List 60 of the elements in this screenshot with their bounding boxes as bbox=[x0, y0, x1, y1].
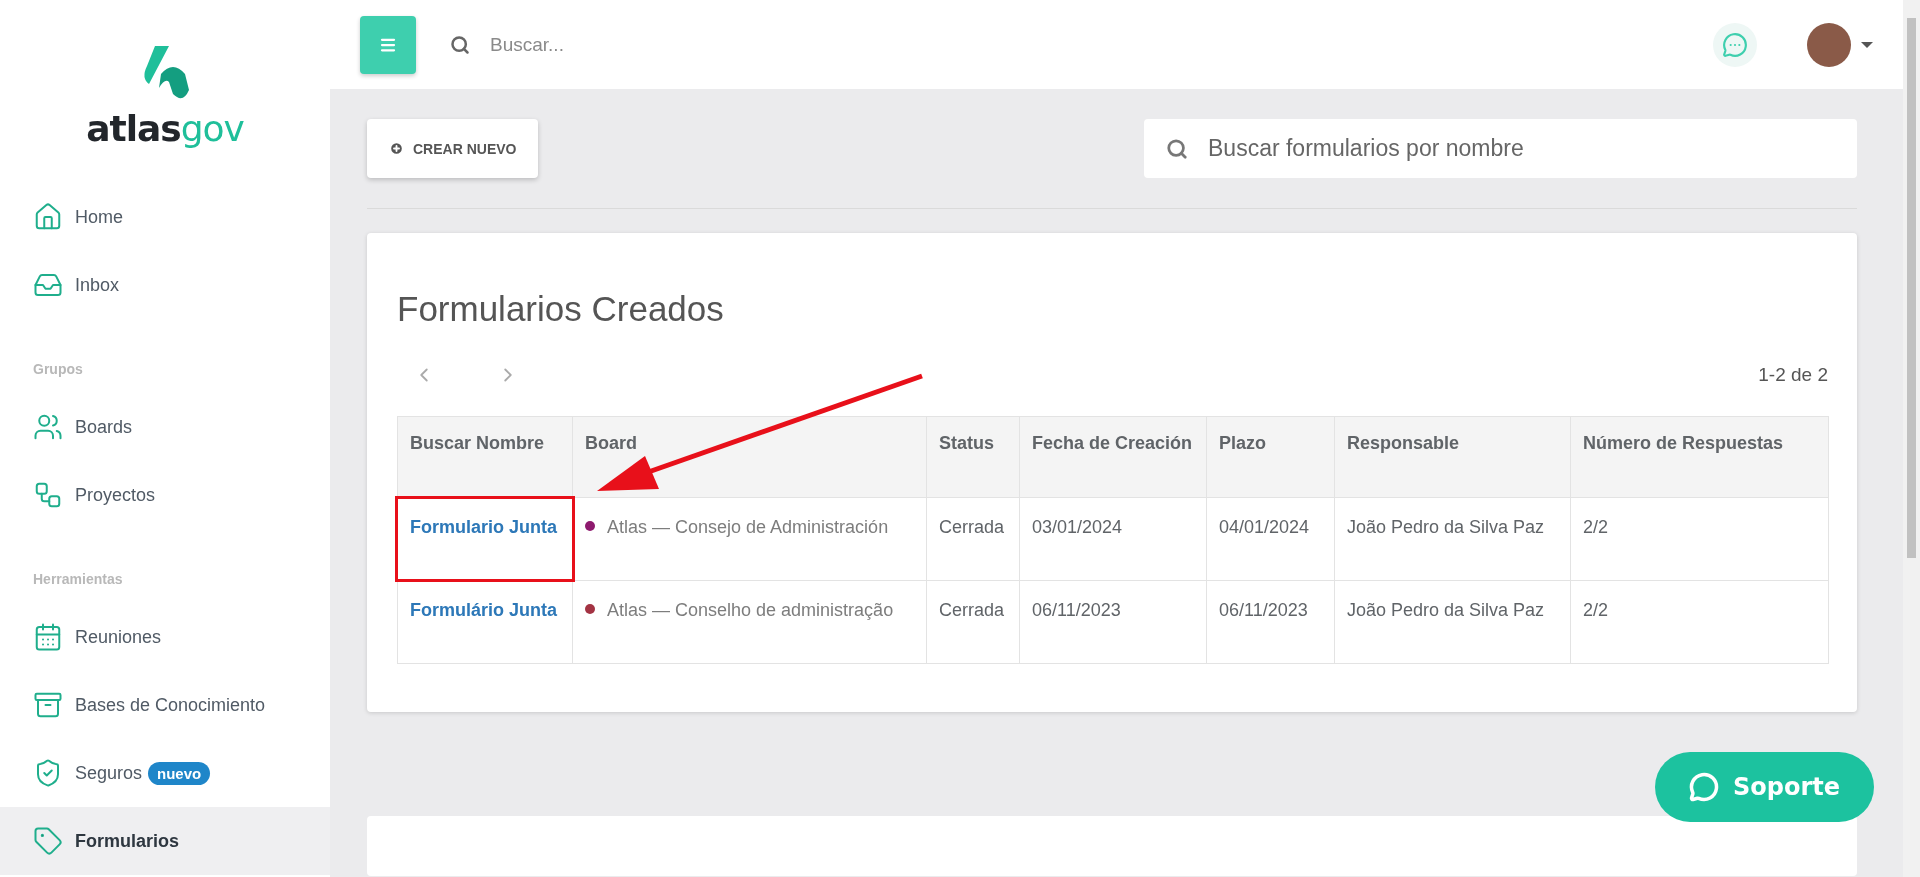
home-icon bbox=[33, 202, 63, 232]
plus-icon bbox=[389, 141, 404, 156]
create-button[interactable]: CREAR NUEVO bbox=[367, 119, 539, 178]
search-icon bbox=[1166, 137, 1188, 160]
sidebar-item-label: Proyectos bbox=[75, 484, 156, 506]
chat-bubble-icon bbox=[1688, 772, 1719, 802]
sidebar-item-label: Home bbox=[75, 206, 123, 228]
sidebar-item-label: Boards bbox=[75, 416, 133, 438]
column-header: Buscar Nombre bbox=[397, 416, 573, 498]
sidebar-item-label: Inbox bbox=[75, 274, 120, 296]
table-cell: 06/11/2023 bbox=[1019, 580, 1207, 664]
section-heading: Herramientas bbox=[32, 571, 124, 587]
section-heading: Grupos bbox=[32, 361, 84, 377]
table-cell: Cerrada bbox=[926, 497, 1020, 581]
chat-button[interactable] bbox=[1713, 22, 1757, 67]
tag-icon bbox=[33, 826, 63, 856]
card-title: Formularios Creados bbox=[397, 289, 725, 329]
pagination-text: 1-2 de 2 bbox=[1758, 364, 1828, 386]
table-cell: Atlas — Conselho de administração bbox=[572, 580, 927, 664]
table-cell: 03/01/2024 bbox=[1019, 497, 1207, 581]
table-cell: João Pedro da Silva Paz bbox=[1334, 580, 1571, 664]
table-cell: Atlas — Consejo de Administración bbox=[572, 497, 927, 581]
sidebar-item-label: Bases de Conocimiento bbox=[75, 694, 266, 716]
calendar-icon bbox=[33, 622, 63, 652]
chat-icon bbox=[1722, 31, 1748, 58]
table-cell: 2/2 bbox=[1570, 497, 1829, 581]
column-header: Status bbox=[926, 416, 1020, 498]
sidebar-item[interactable]: Boards bbox=[0, 393, 330, 461]
table-cell: 2/2 bbox=[1570, 580, 1829, 664]
column-header: Fecha de Creación bbox=[1019, 416, 1207, 498]
menu-button[interactable] bbox=[360, 15, 416, 74]
avatar[interactable] bbox=[1807, 22, 1851, 67]
sidebar-item-label: Reuniones bbox=[75, 626, 162, 648]
sidebar-item[interactable]: Reuniones bbox=[0, 603, 330, 671]
new-badge: nuevo bbox=[148, 761, 211, 785]
sidebar-item[interactable]: Proyectos bbox=[0, 461, 330, 529]
form-search-field[interactable]: Buscar formularios por nombre bbox=[1144, 119, 1857, 178]
sidebar-item[interactable]: Formularios bbox=[0, 807, 330, 875]
column-header: Número de Respuestas bbox=[1570, 416, 1829, 498]
archive-icon bbox=[33, 690, 63, 720]
sidebar-item[interactable]: Bases de Conocimiento bbox=[0, 671, 330, 739]
sidebar-item[interactable]: Home bbox=[0, 183, 330, 251]
search-field[interactable]: Buscar... bbox=[488, 32, 888, 57]
sidebar-item-label: Formularios bbox=[75, 830, 180, 852]
table-cell: João Pedro da Silva Paz bbox=[1334, 497, 1571, 581]
table-cell: 06/11/2023 bbox=[1206, 580, 1335, 664]
form-link[interactable]: Formulário Junta bbox=[410, 600, 557, 620]
column-header: Plazo bbox=[1206, 416, 1335, 498]
users-icon bbox=[33, 412, 63, 442]
caret-icon[interactable] bbox=[1861, 41, 1873, 48]
table-cell: Cerrada bbox=[926, 580, 1020, 664]
column-header: Responsable bbox=[1334, 416, 1571, 498]
sidebar-item[interactable]: Seguros nuevo bbox=[0, 739, 330, 807]
sidebar-item[interactable]: Inbox bbox=[0, 251, 330, 319]
column-header: Board bbox=[572, 416, 927, 498]
network-icon bbox=[33, 480, 63, 510]
sidebar-item-label: Seguros bbox=[75, 762, 143, 784]
search-icon bbox=[450, 34, 470, 55]
table-cell: 04/01/2024 bbox=[1206, 497, 1335, 581]
logo-wordmark: atlasgov bbox=[86, 108, 244, 149]
